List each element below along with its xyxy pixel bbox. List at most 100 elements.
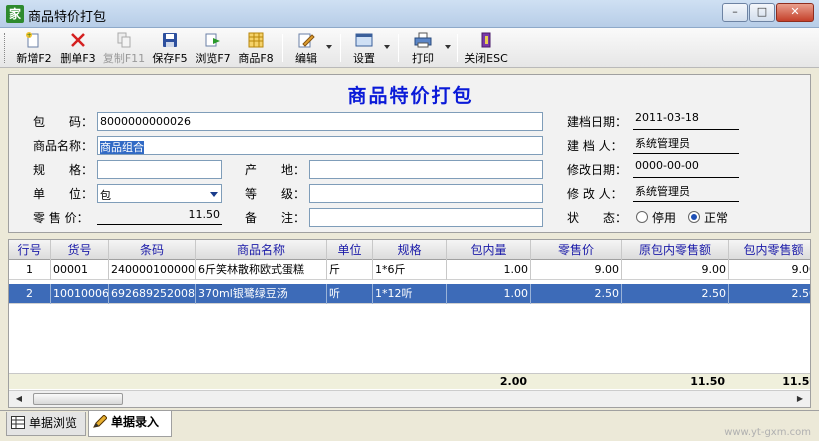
column-header[interactable]: 条码 — [109, 240, 196, 260]
orig-pack-amount: 9.00 — [622, 260, 729, 280]
print-button[interactable]: 打印 — [406, 30, 440, 66]
title-bar: 家 商品特价打包 – □ ✕ — [0, 0, 819, 28]
chevron-down-icon[interactable] — [210, 192, 218, 197]
remark-label: 备 注： — [245, 211, 306, 225]
printer-icon — [414, 32, 432, 48]
column-header[interactable]: 包内零售额 — [729, 240, 810, 260]
settings-dropdown-arrow-icon[interactable] — [384, 45, 390, 49]
new-document-icon: + — [26, 32, 39, 48]
tab-entry-label: 单据录入 — [111, 415, 160, 429]
minimize-button[interactable]: – — [722, 3, 748, 22]
column-header[interactable]: 零售价 — [531, 240, 622, 260]
unit-select[interactable]: 包 — [97, 184, 222, 203]
window-title: 商品特价打包 — [28, 10, 107, 25]
origin-label: 产 地： — [245, 163, 306, 177]
unit-value: 包 — [100, 189, 111, 202]
new-label: 新增F2 — [16, 52, 52, 65]
column-header[interactable]: 货号 — [51, 240, 109, 260]
table-icon — [11, 416, 25, 429]
delete-button[interactable]: 删单F3 — [57, 30, 99, 66]
toolbar-grip[interactable] — [4, 33, 7, 63]
edit-dropdown-arrow-icon[interactable] — [326, 45, 332, 49]
column-header[interactable]: 包内量 — [447, 240, 531, 260]
spec: 1*12听 — [373, 284, 447, 304]
edit-button[interactable]: 编辑 — [288, 30, 324, 66]
maximize-button[interactable]: □ — [749, 3, 775, 22]
barcode: 2400001000000 — [109, 260, 196, 280]
toolbar-separator — [457, 34, 458, 62]
column-header[interactable]: 商品名称 — [196, 240, 327, 260]
modified-date-value: 0000-00-00 — [633, 159, 739, 178]
creator-label: 建 档 人： — [567, 139, 623, 153]
origin-field[interactable] — [309, 160, 543, 179]
status-label: 状 态： — [567, 211, 628, 225]
toolbar-separator — [340, 34, 341, 62]
horizontal-scrollbar[interactable]: ◀ ▶ — [9, 390, 810, 407]
column-header[interactable]: 单位 — [327, 240, 373, 260]
table-row[interactable]: 1 00001 2400001000000 6斤笑林散称欧式蛋糕 斤 1*6斤 … — [9, 260, 811, 280]
row-number: 1 — [9, 260, 51, 280]
column-header[interactable]: 行号 — [9, 240, 51, 260]
code-field[interactable]: 8000000000026 — [97, 112, 543, 131]
goods-name: 370ml银鹭绿豆汤 — [196, 284, 327, 304]
save-button[interactable]: 保存F5 — [150, 30, 190, 66]
scroll-left-icon[interactable]: ◀ — [11, 392, 27, 406]
unit-label: 单 位： — [33, 187, 94, 201]
creator-value: 系统管理员 — [633, 135, 739, 154]
spec-label: 规 格： — [33, 163, 94, 177]
scroll-right-icon[interactable]: ▶ — [792, 392, 808, 406]
settings-button[interactable]: 设置 — [347, 30, 381, 66]
close-button[interactable]: 关闭ESC — [463, 30, 509, 66]
toolbar: + 新增F2 删单F3 复制F11 保存F5 浏览F7 商品F8 编辑 设置 打… — [0, 28, 819, 68]
price-label: 零 售 价： — [33, 211, 89, 225]
copy-label: 复制F11 — [102, 52, 146, 65]
modifier-label: 修 改 人： — [567, 187, 623, 201]
barcode: 6926892520089 — [109, 284, 196, 304]
browse-label: 浏览F7 — [195, 52, 231, 65]
name-label: 商品名称： — [33, 139, 94, 153]
print-dropdown-arrow-icon[interactable] — [445, 45, 451, 49]
column-header[interactable]: 原包内零售额 — [622, 240, 729, 260]
modifier-value: 系统管理员 — [633, 183, 739, 202]
price-field[interactable]: 11.50 — [97, 208, 222, 225]
app-icon: 家 — [6, 5, 24, 23]
pack-amount: 2.50 — [729, 284, 811, 304]
pack-amount: 9.00 — [729, 260, 811, 280]
goods-grid-icon — [248, 32, 264, 48]
exit-door-icon — [481, 32, 491, 48]
tab-browse[interactable]: 单据浏览 — [6, 412, 86, 436]
status-normal-label: 正常 — [704, 211, 729, 225]
toolbar-separator — [282, 34, 283, 62]
toolbar-separator — [398, 34, 399, 62]
svg-text:+: + — [27, 32, 32, 39]
browse-icon — [205, 33, 220, 47]
row-number: 2 — [9, 284, 51, 304]
watermark: www.yt-gxm.com — [724, 427, 811, 438]
pencil-icon — [93, 415, 107, 428]
scroll-thumb[interactable] — [33, 393, 123, 405]
tab-entry[interactable]: 单据录入 — [88, 411, 172, 437]
copy-button[interactable]: 复制F11 — [101, 30, 147, 66]
column-header[interactable]: 规格 — [373, 240, 447, 260]
close-label: 关闭ESC — [464, 52, 508, 65]
browse-button[interactable]: 浏览F7 — [193, 30, 233, 66]
close-window-button[interactable]: ✕ — [776, 3, 814, 22]
status-normal-radio[interactable] — [688, 211, 700, 223]
unit: 听 — [327, 284, 373, 304]
copy-icon — [117, 32, 131, 48]
new-button[interactable]: + 新增F2 — [13, 30, 55, 66]
name-field[interactable]: 商品组合 — [97, 136, 543, 155]
goods-button[interactable]: 商品F8 — [236, 30, 276, 66]
total-amount: 11.50 — [782, 375, 810, 388]
remark-field[interactable] — [309, 208, 543, 227]
settings-window-icon — [355, 33, 373, 47]
created-date-value: 2011-03-18 — [633, 111, 739, 130]
status-disabled-radio[interactable] — [636, 211, 648, 223]
item-code: 00001 — [51, 260, 109, 280]
grade-field[interactable] — [309, 184, 543, 203]
tab-browse-label: 单据浏览 — [29, 416, 78, 430]
table-row[interactable]: 2 10010006 6926892520089 370ml银鹭绿豆汤 听 1*… — [9, 284, 811, 304]
total-qty: 2.00 — [499, 375, 527, 388]
spec-field[interactable] — [97, 160, 222, 179]
retail-price: 2.50 — [531, 284, 622, 304]
